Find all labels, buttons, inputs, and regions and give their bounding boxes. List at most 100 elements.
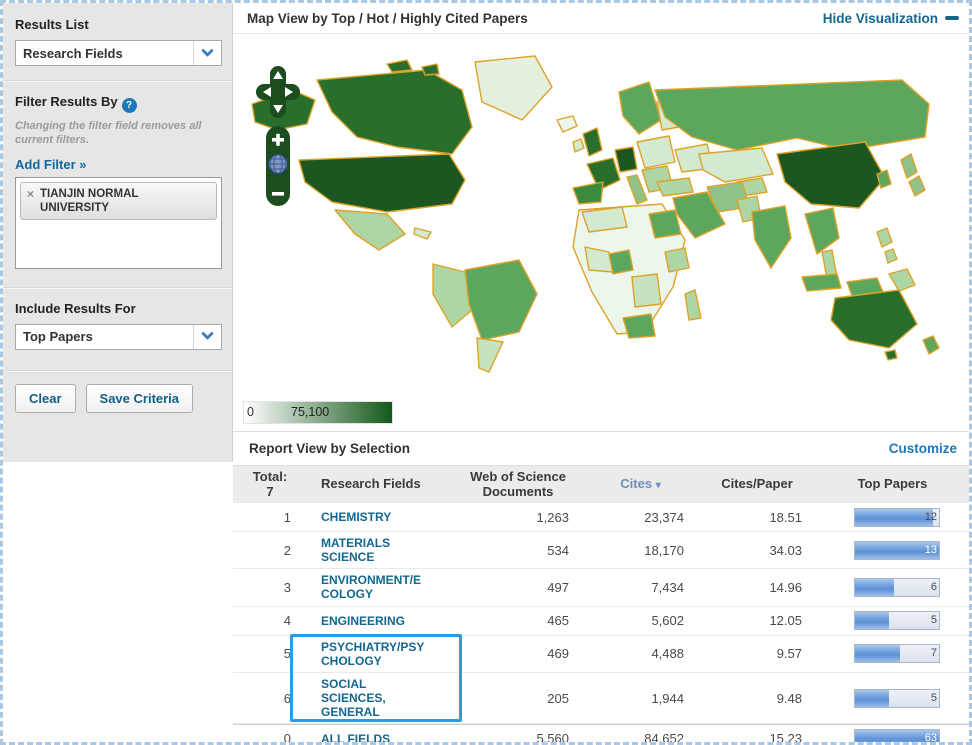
region-russia <box>654 79 930 151</box>
report-view-header: Report View by Selection Customize <box>233 432 969 465</box>
research-field-link[interactable]: ENGINEERING <box>321 614 425 628</box>
region-india <box>751 205 792 269</box>
region-mexico <box>334 209 406 251</box>
wos-documents-cell: 469 <box>547 646 569 662</box>
top-papers-bar-fill <box>855 645 901 663</box>
filter-tag[interactable]: × TIANJIN NORMAL UNIVERSITY <box>20 181 217 221</box>
column-header-cites[interactable]: Cites ▾ <box>583 476 698 492</box>
legend-min-label: 0 <box>247 405 254 419</box>
cites-cell: 84,652 <box>644 731 684 745</box>
sidebar-panel: Results List Research Fields Filter Resu… <box>3 3 233 462</box>
cites-per-paper-cell: 34.03 <box>769 542 802 558</box>
wos-documents-cell: 534 <box>547 542 569 558</box>
top-papers-bar: 5 <box>854 688 940 708</box>
column-header-top-papers[interactable]: Top Papers <box>816 476 969 492</box>
chevron-down-icon <box>193 41 221 65</box>
top-papers-value: 7 <box>930 647 937 660</box>
region-japan <box>900 153 918 179</box>
zoom-out-button[interactable] <box>272 192 284 196</box>
cites-cell: 23,374 <box>644 509 684 525</box>
region-usa <box>298 153 466 213</box>
column-header-research-fields[interactable]: Research Fields <box>307 476 453 492</box>
sidebar: Results List Research Fields Filter Resu… <box>3 3 233 742</box>
top-papers-value: 63 <box>924 732 937 745</box>
filter-results-heading: Filter Results By? <box>15 94 222 113</box>
rank-cell: 0 <box>283 731 291 745</box>
rank-cell: 4 <box>283 613 291 629</box>
research-field-link[interactable]: SOCIAL SCIENCES, GENERAL <box>321 677 425 719</box>
table-row: 5 PSYCHIATRY/PSYCHOLOGY 469 4,488 9.57 7 <box>233 636 969 673</box>
rank-cell: 3 <box>283 579 291 595</box>
filter-tag-label: TIANJIN NORMAL UNIVERSITY <box>40 187 139 214</box>
region-greenland <box>474 55 553 121</box>
results-list-heading: Results List <box>15 17 89 32</box>
table-row: 0 ALL FIELDS 5,560 84,652 15.23 63 <box>233 724 969 745</box>
map-zoom-control[interactable] <box>266 126 290 206</box>
globe-reset-button[interactable] <box>268 154 288 174</box>
region-canada <box>316 69 473 155</box>
rank-cell: 5 <box>283 646 291 662</box>
wos-documents-cell: 465 <box>547 613 569 629</box>
report-view-title: Report View by Selection <box>249 441 411 456</box>
customize-link[interactable]: Customize <box>889 441 957 456</box>
cites-cell: 7,434 <box>651 579 684 595</box>
cites-per-paper-cell: 15.23 <box>769 731 802 745</box>
include-results-heading: Include Results For <box>15 300 136 316</box>
region-china <box>776 141 886 209</box>
top-papers-bar-fill <box>855 578 894 596</box>
table-row: 1 CHEMISTRY 1,263 23,374 18.51 12 <box>233 503 969 532</box>
cites-cell: 5,602 <box>651 613 684 629</box>
map-area[interactable]: 0 75,100 <box>233 34 969 432</box>
cites-per-paper-cell: 18.51 <box>769 509 802 525</box>
region-germany <box>614 146 638 173</box>
divider <box>3 286 232 289</box>
main-content: Map View by Top / Hot / Highly Cited Pap… <box>233 3 969 742</box>
research-field-link[interactable]: PSYCHIATRY/PSYCHOLOGY <box>321 640 425 668</box>
top-papers-value: 12 <box>924 510 937 523</box>
research-field-link[interactable]: CHEMISTRY <box>321 510 425 524</box>
column-header-cites-per-paper[interactable]: Cites/Paper <box>698 476 816 492</box>
research-field-link[interactable]: ALL FIELDS <box>321 732 425 742</box>
region-uk <box>582 127 603 157</box>
results-list-dropdown-value: Research Fields <box>23 45 123 61</box>
map-view-header: Map View by Top / Hot / Highly Cited Pap… <box>233 3 969 34</box>
top-papers-bar: 63 <box>854 729 940 745</box>
column-header-total: Total: 7 <box>252 468 288 499</box>
region-egypt <box>648 209 682 239</box>
region-spain <box>572 181 604 205</box>
top-papers-bar: 6 <box>854 577 940 597</box>
save-criteria-button[interactable]: Save Criteria <box>85 383 194 413</box>
top-papers-value: 6 <box>930 580 937 593</box>
map-pan-control[interactable] <box>256 66 300 118</box>
help-icon[interactable]: ? <box>121 98 137 113</box>
top-papers-value: 5 <box>930 691 937 704</box>
top-papers-bar-fill <box>855 612 889 630</box>
add-filter-link[interactable]: Add Filter » <box>15 157 87 172</box>
clear-button[interactable]: Clear <box>15 383 76 413</box>
research-field-link[interactable]: ENVIRONMENT/ECOLOGY <box>321 573 425 601</box>
divider <box>3 80 232 82</box>
map-view-title: Map View by Top / Hot / Highly Cited Pap… <box>247 10 528 26</box>
region-south-africa <box>622 313 656 339</box>
remove-filter-icon[interactable]: × <box>27 187 34 216</box>
column-header-wos-documents[interactable]: Web of Science Documents <box>453 469 583 500</box>
legend-gradient-bar: 0 75,100 <box>243 401 393 424</box>
cites-cell: 1,944 <box>651 690 684 706</box>
include-results-dropdown[interactable]: Top Papers <box>15 323 222 350</box>
cites-per-paper-cell: 14.96 <box>769 579 802 595</box>
region-australia <box>830 289 918 349</box>
research-field-link[interactable]: MATERIALS SCIENCE <box>321 536 425 564</box>
map-controls[interactable] <box>254 64 302 214</box>
hide-visualization-link[interactable]: Hide Visualization <box>823 11 959 26</box>
region-italy <box>626 174 648 205</box>
world-map[interactable] <box>237 42 953 382</box>
table-body: 1 CHEMISTRY 1,263 23,374 18.51 12 2 MATE… <box>233 503 969 745</box>
filter-note: Changing the filter field removes all cu… <box>15 120 202 147</box>
results-list-dropdown[interactable]: Research Fields <box>15 40 222 66</box>
table-row: 2 MATERIALS SCIENCE 534 18,170 34.03 13 <box>233 532 969 570</box>
region-brazil <box>464 259 538 341</box>
map-legend: 0 75,100 <box>243 401 393 424</box>
top-papers-bar: 12 <box>854 507 940 527</box>
divider <box>3 369 232 372</box>
top-papers-bar-fill <box>855 508 934 526</box>
